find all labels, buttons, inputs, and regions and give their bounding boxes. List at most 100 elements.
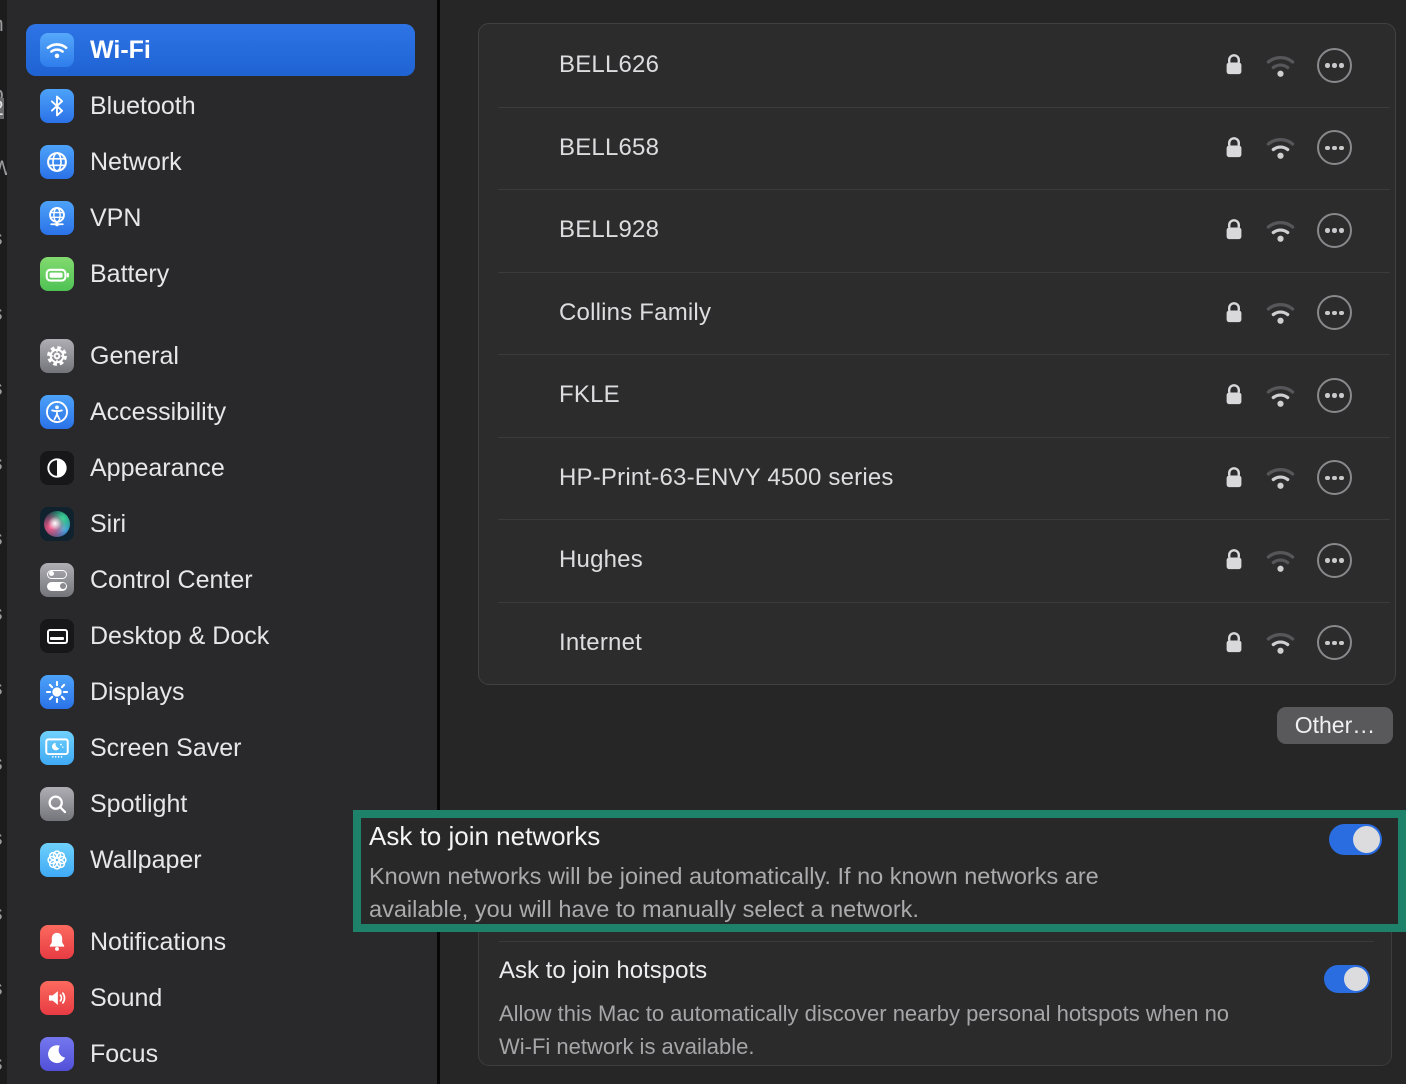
wifi-icon [40,33,74,67]
sidebar-item-bluetooth[interactable]: Bluetooth [26,80,415,132]
background-window-edge: no2Wssssssssssss [0,0,7,1084]
network-name: FKLE [559,381,620,409]
wifi-signal-icon [1264,299,1297,326]
more-options-button[interactable] [1317,130,1352,166]
ellipsis-icon [1332,393,1337,398]
wifi-network-row[interactable]: BELL626 [479,24,1395,107]
battery-icon [40,257,74,291]
sun-icon [40,675,74,709]
more-options-button[interactable] [1317,377,1352,413]
ellipsis-icon [1332,475,1337,480]
sidebar-item-label: Spotlight [90,789,188,818]
sidebar-item-wifi[interactable]: Wi-Fi [26,24,415,76]
sidebar-item-control-center[interactable]: Control Center [26,554,415,606]
network-name: Hughes [559,546,643,574]
sidebar-item-general[interactable]: General [26,330,415,382]
annotation-highlight-box: Ask to join networks Known networks will… [353,810,1406,932]
more-options-button[interactable] [1317,47,1352,83]
wifi-signal-icon [1264,547,1297,574]
lock-icon [1224,300,1244,326]
wifi-signal-icon [1264,382,1297,409]
sidebar-item-displays[interactable]: Displays [26,666,415,718]
ellipsis-icon [1332,228,1337,233]
wifi-network-row[interactable]: BELL928 [479,189,1395,272]
ask-to-join-hotspots-description: Allow this Mac to automatically discover… [499,1001,1230,1059]
accessibility-icon [40,395,74,429]
more-options-button[interactable] [1317,460,1352,496]
network-name: BELL928 [559,216,660,244]
sidebar-item-network[interactable]: Network [26,136,415,188]
lock-icon [1224,52,1244,78]
ellipsis-icon [1332,63,1337,68]
more-options-button[interactable] [1317,542,1352,578]
other-network-button[interactable]: Other… [1277,707,1393,744]
sidebar-item-accessibility[interactable]: Accessibility [26,386,415,438]
more-options-button[interactable] [1317,295,1352,331]
wifi-network-row[interactable]: Collins Family [479,271,1395,355]
sidebar-item-focus[interactable]: Focus [26,1028,415,1080]
screen-saver-icon [40,731,74,765]
sidebar-item-label: Appearance [90,453,225,482]
wifi-settings-pane: BELL626 BELL658 BELL928 Collins Family F… [353,0,1406,1084]
sidebar-item-label: Notifications [90,927,227,956]
sidebar-item-screen-saver[interactable]: Screen Saver [26,722,415,774]
lock-icon [1224,630,1244,656]
ellipsis-icon [1332,145,1337,150]
network-name: BELL658 [559,133,660,161]
sidebar-item-desktop-dock[interactable]: Desktop & Dock [26,610,415,662]
card-divider [499,941,1374,942]
speaker-icon [40,981,74,1015]
wifi-network-row[interactable]: BELL658 [479,106,1395,190]
ask-to-join-networks-description: Known networks will be joined automatica… [369,863,1099,922]
sidebar-item-label: Bluetooth [90,91,196,120]
ask-to-join-networks-title: Ask to join networks [369,821,601,851]
lock-icon [1224,135,1244,161]
ask-to-join-networks-toggle[interactable] [1329,824,1382,855]
network-name: Internet [559,628,642,656]
lock-icon [1224,382,1244,408]
wifi-signal-icon [1264,217,1297,244]
sidebar-item-label: Network [90,147,182,176]
sidebar-item-label: Wi-Fi [90,35,151,64]
network-name: HP-Print-63-ENVY 4500 series [559,463,894,491]
sidebar-item-battery[interactable]: Battery [26,248,415,300]
sidebar-item-label: Sound [90,983,163,1012]
sidebar-item-label: Battery [90,259,170,288]
sidebar-item-label: Screen Saver [90,733,242,762]
wifi-signal-icon [1264,52,1297,79]
sidebar-item-label: Desktop & Dock [90,621,270,650]
sidebar-item-label: Siri [90,509,127,538]
sidebar-item-label: Accessibility [90,397,227,426]
wifi-network-row[interactable]: FKLE [479,354,1395,437]
desktop-window-icon [40,619,74,653]
wifi-signal-icon [1264,464,1297,491]
ask-to-join-hotspots-toggle[interactable] [1324,965,1370,993]
sidebar-item-label: Focus [90,1039,159,1068]
bluetooth-icon [40,89,74,123]
toggle-knob [1353,826,1380,853]
sidebar-item-siri[interactable]: Siri [26,498,415,550]
gear-icon [40,339,74,373]
toggle-knob [1344,967,1368,991]
lock-icon [1224,547,1244,573]
system-settings-window: no2Wssssssssssss Wi-Fi Bluetooth Network [0,0,1406,1084]
globe-icon [40,145,74,179]
sidebar-item-sound[interactable]: Sound [26,972,415,1024]
vpn-globe-icon [40,201,74,235]
wifi-network-row[interactable]: HP-Print-63-ENVY 4500 series [479,436,1395,520]
sidebar-item-label: Control Center [90,565,253,594]
lock-icon [1224,217,1244,243]
more-options-button[interactable] [1317,625,1352,661]
ask-to-join-hotspots-title: Ask to join hotspots [499,957,708,984]
ellipsis-icon [1332,558,1337,563]
sidebar-item-vpn[interactable]: VPN [26,192,415,244]
siri-icon [40,507,74,541]
more-options-button[interactable] [1317,212,1352,248]
bell-icon [40,925,74,959]
wifi-signal-icon [1264,134,1297,161]
wifi-network-row[interactable]: Internet [479,601,1395,685]
sidebar-item-appearance[interactable]: Appearance [26,442,415,494]
wifi-network-row[interactable]: Hughes [479,519,1395,602]
sidebar-item-label: Wallpaper [90,845,202,874]
